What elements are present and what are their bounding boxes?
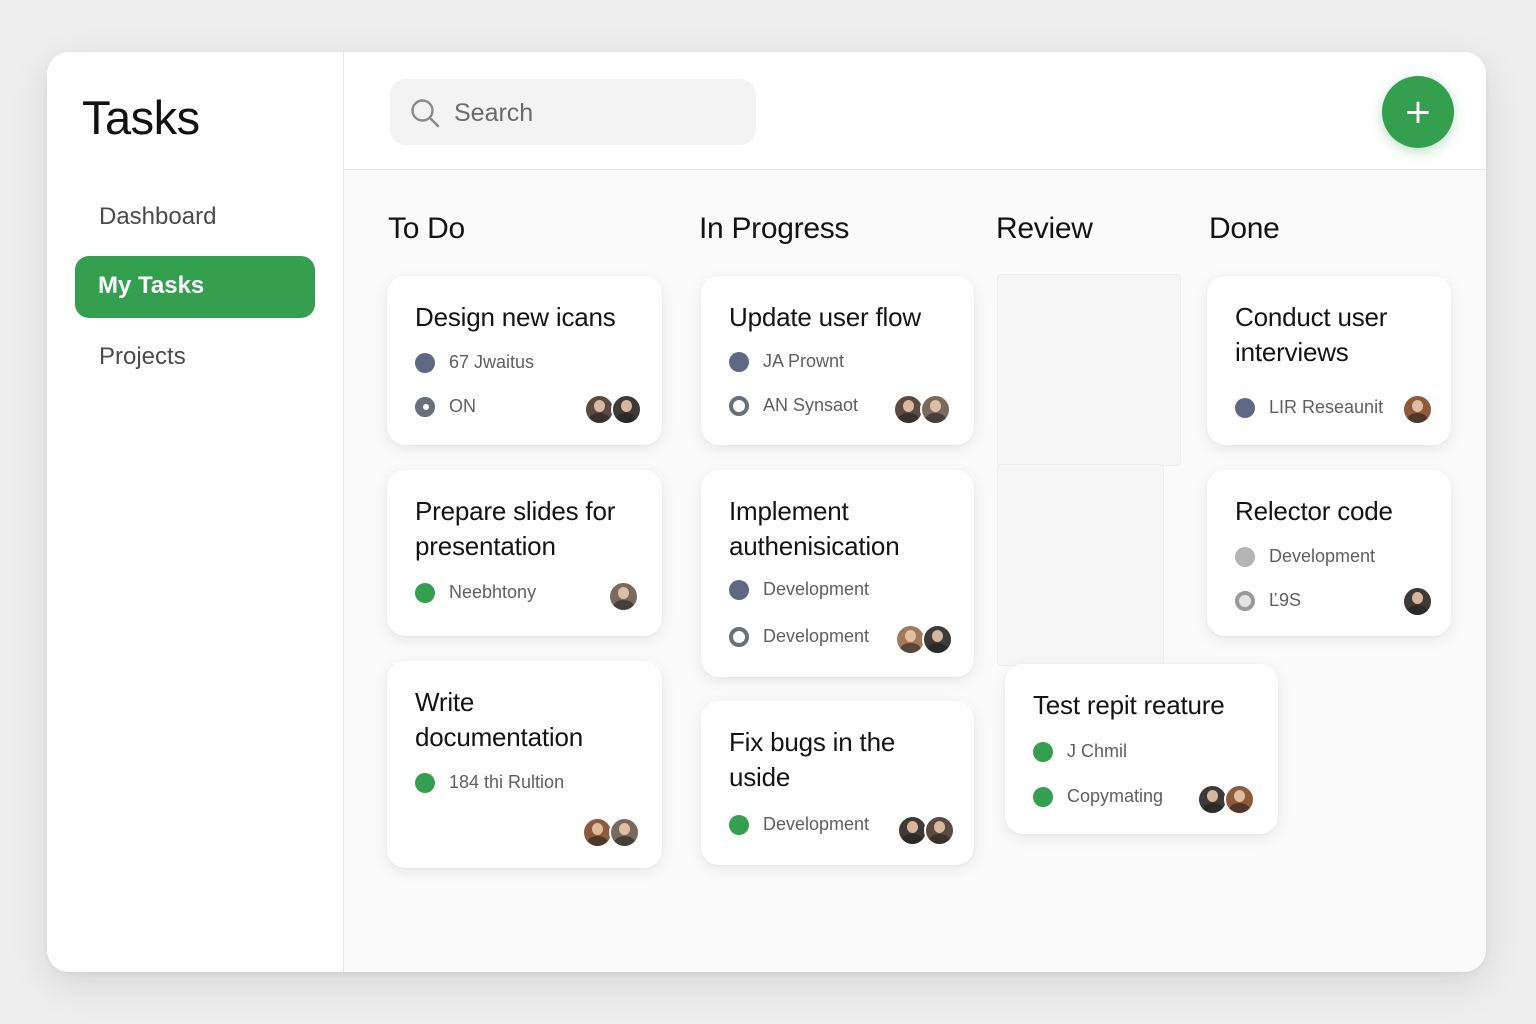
avatar [924, 815, 955, 846]
status-icon [415, 396, 435, 417]
avatar [920, 394, 951, 425]
top-bar: + [344, 52, 1486, 170]
tag-dot [729, 351, 749, 372]
task-title: Relector code [1235, 496, 1393, 526]
avatar [608, 581, 639, 612]
task-title: Write documentation [415, 687, 583, 752]
tag-dot [415, 582, 435, 603]
tag-dot [415, 772, 435, 793]
tag-dot [729, 814, 749, 835]
search-icon [411, 99, 440, 128]
sidebar: Tasks Dashboard My Tasks Projects [47, 52, 344, 972]
tag-dot [415, 352, 435, 373]
nav-item-dashboard[interactable]: Dashboard [99, 202, 216, 232]
tag-dot [1033, 741, 1053, 762]
column-title-in-progress: In Progress [699, 212, 850, 245]
task-title: Update user flow [729, 302, 921, 332]
task-status: Ľ9S [1269, 590, 1302, 610]
task-status: Development [763, 626, 870, 646]
status-icon [729, 626, 749, 647]
task-status: AN Synsaot [763, 395, 859, 415]
task-tag: 184 thi Rultion [449, 772, 565, 792]
task-title: Design new icans [415, 302, 616, 332]
task-tag: LIR Reseaunit [1269, 397, 1384, 417]
tag-dot [729, 579, 749, 600]
avatar [609, 817, 640, 848]
task-tag: 67 Jwaitus [449, 352, 535, 372]
task-status: ON [449, 396, 476, 416]
task-card[interactable]: Conduct user interviews LIR Reseaunit [1207, 276, 1451, 445]
avatar [1402, 586, 1433, 617]
task-card[interactable]: Fix bugs in the uside Development [701, 701, 974, 865]
task-tag: J Chmil [1067, 741, 1128, 761]
task-status: Copymating [1067, 786, 1164, 806]
task-card[interactable]: Write documentation 184 thi Rultion [387, 661, 662, 868]
avatar [1224, 784, 1255, 815]
status-icon [1235, 590, 1255, 611]
tag-dot [1235, 546, 1255, 567]
search-input[interactable] [452, 93, 746, 133]
avatar [611, 394, 642, 425]
nav-item-projects[interactable]: Projects [99, 342, 186, 372]
task-title: Conduct user interviews [1235, 302, 1388, 367]
review-drop-zone[interactable] [997, 464, 1164, 666]
status-icon [729, 395, 749, 416]
app-window: Tasks Dashboard My Tasks Projects + To D… [47, 52, 1486, 972]
task-tag: Neebhtony [449, 582, 537, 602]
add-task-button[interactable]: + [1382, 76, 1454, 148]
review-drop-zone[interactable] [997, 274, 1181, 466]
nav-item-my-tasks[interactable]: My Tasks [75, 256, 315, 318]
task-title: Prepare slides for presentation [415, 496, 616, 561]
column-title-done: Done [1209, 212, 1280, 245]
tag-dot [1235, 397, 1255, 418]
task-card[interactable]: Prepare slides for presentation Neebhton… [387, 470, 662, 636]
task-title: Implement authenisication [729, 496, 900, 561]
task-tag: Development [763, 579, 870, 599]
task-title: Test repit reature [1033, 690, 1225, 720]
tag-dot [1033, 786, 1053, 807]
task-card[interactable]: Implement authenisication Development De… [701, 470, 974, 677]
avatar [922, 624, 953, 655]
avatar [1402, 394, 1433, 425]
task-tag: Development [763, 814, 870, 834]
task-card[interactable]: Update user flow JA Prownt AN Synsaot [701, 276, 974, 445]
task-card[interactable]: Relector code Development Ľ9S [1207, 470, 1451, 636]
search-box[interactable] [390, 79, 756, 145]
column-title-to-do: To Do [388, 212, 465, 245]
task-card[interactable]: Design new icans 67 Jwaitus ON [387, 276, 662, 445]
task-title: Fix bugs in the uside [729, 727, 896, 792]
task-card[interactable]: Test repit reature J Chmil Copymating [1005, 664, 1278, 834]
app-title: Tasks [82, 91, 200, 144]
column-title-review: Review [996, 212, 1093, 245]
task-tag: JA Prownt [763, 351, 845, 371]
task-tag: Development [1269, 546, 1376, 566]
